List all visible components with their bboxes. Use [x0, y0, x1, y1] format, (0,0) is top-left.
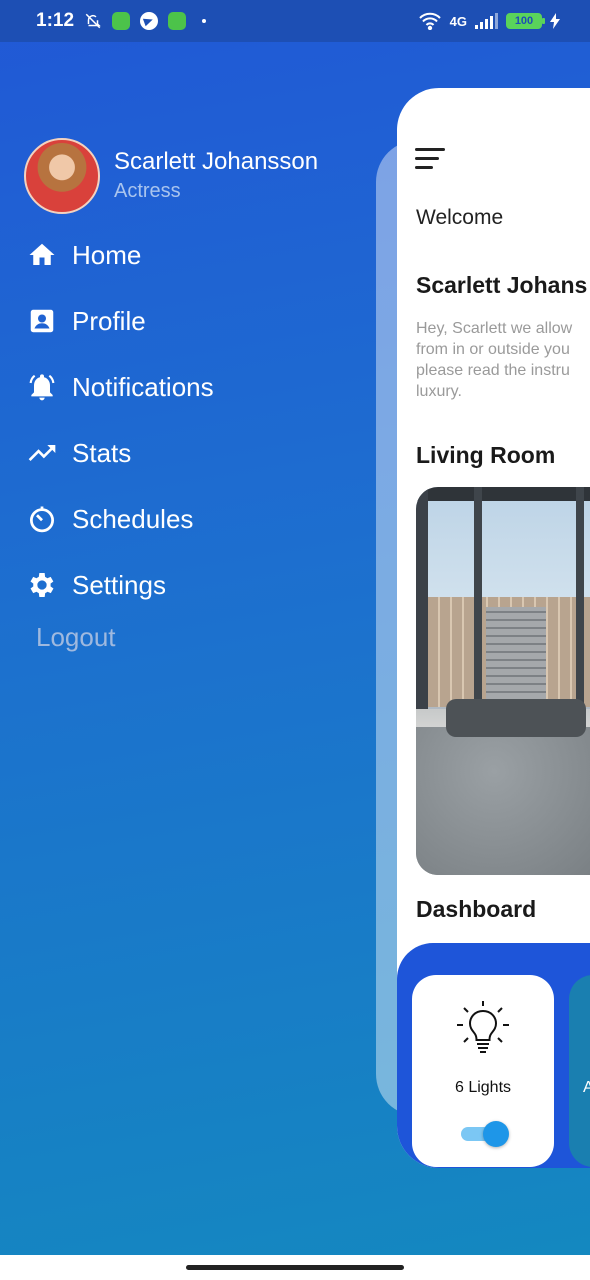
device-card-second[interactable]: A [569, 975, 590, 1167]
menu-item-label: Stats [72, 437, 132, 468]
logout-button[interactable]: Logout [36, 622, 116, 653]
status-right: 4G 100 [418, 12, 560, 30]
drawer-profile[interactable]: Scarlett Johansson Actress [24, 138, 318, 214]
battery-icon: 100 [506, 13, 545, 29]
user-name-heading: Scarlett Johans [416, 272, 588, 298]
room-title: Living Room [416, 442, 556, 468]
menu-item-home[interactable]: Home [26, 222, 214, 288]
lights-toggle[interactable] [461, 1121, 509, 1147]
window-frame [416, 487, 428, 747]
menu-line-icon [415, 157, 439, 160]
city-building [486, 607, 546, 707]
menu-item-label: Profile [72, 305, 146, 336]
drawer-menu: Home Profile Notifications Stats Schedul… [26, 222, 214, 618]
living-room-image[interactable] [416, 487, 590, 875]
dashboard-title: Dashboard [416, 896, 537, 922]
app-screen: 1:12 4G 100 Scarlett Johansson Actress H… [0, 0, 590, 1255]
home-icon [26, 239, 58, 271]
main-content-card[interactable]: Welcome Scarlett Johans Hey, Scarlett we… [397, 88, 590, 1168]
device-label: 6 Lights [454, 1079, 512, 1096]
intro-line: please read the instru [416, 362, 570, 379]
device-card-lights[interactable]: 6 Lights [412, 975, 554, 1167]
wifi-icon [418, 12, 441, 30]
menu-line-icon [415, 166, 433, 169]
trending-up-icon [26, 437, 58, 469]
more-notifications-dot-icon [202, 19, 207, 23]
gesture-bar[interactable] [186, 1265, 404, 1270]
app-notification-icon-2 [168, 12, 187, 30]
profile-card-icon [26, 305, 58, 337]
app-notification-icon [112, 12, 131, 30]
sofa-cushion [446, 699, 586, 737]
timer-icon [26, 503, 58, 535]
telegram-icon [140, 12, 159, 30]
gear-icon [26, 569, 58, 601]
menu-item-label: Notifications [72, 371, 214, 402]
dashboard-panel: 6 Lights A [397, 943, 590, 1168]
menu-item-label: Schedules [72, 503, 194, 534]
signal-icon [475, 13, 498, 29]
charging-icon [550, 13, 560, 29]
battery-level: 100 [514, 15, 534, 27]
profile-text: Scarlett Johansson Actress [114, 147, 318, 205]
intro-line: luxury. [416, 383, 462, 400]
bell-icon [26, 371, 58, 403]
status-left: 1:12 [36, 10, 207, 32]
intro-line: from in or outside you [416, 341, 570, 358]
bell-off-icon [85, 13, 101, 29]
toggle-knob [483, 1121, 509, 1147]
menu-item-stats[interactable]: Stats [26, 420, 214, 486]
intro-line: Hey, Scarlett we allow [416, 320, 573, 337]
menu-item-schedules[interactable]: Schedules [26, 486, 214, 552]
menu-item-label: Settings [72, 569, 166, 600]
menu-item-label: Home [72, 239, 142, 270]
lightbulb-icon [455, 999, 511, 1064]
menu-item-profile[interactable]: Profile [26, 288, 214, 354]
profile-role: Actress [114, 180, 181, 202]
network-type: 4G [449, 13, 467, 29]
menu-item-settings[interactable]: Settings [26, 552, 214, 618]
menu-toggle-button[interactable] [415, 148, 445, 175]
status-time: 1:12 [36, 10, 75, 31]
window-frame [416, 487, 590, 501]
intro-text: Hey, Scarlett we allow from in or outsid… [416, 318, 590, 402]
status-bar: 1:12 4G 100 [0, 0, 590, 42]
welcome-text: Welcome [416, 206, 504, 229]
avatar [24, 138, 100, 214]
sofa [416, 727, 590, 875]
gesture-navigation-area [0, 1255, 590, 1280]
menu-item-notifications[interactable]: Notifications [26, 354, 214, 420]
menu-line-icon [415, 148, 445, 151]
device-label: A [583, 1079, 590, 1096]
profile-name: Scarlett Johansson [114, 148, 319, 175]
